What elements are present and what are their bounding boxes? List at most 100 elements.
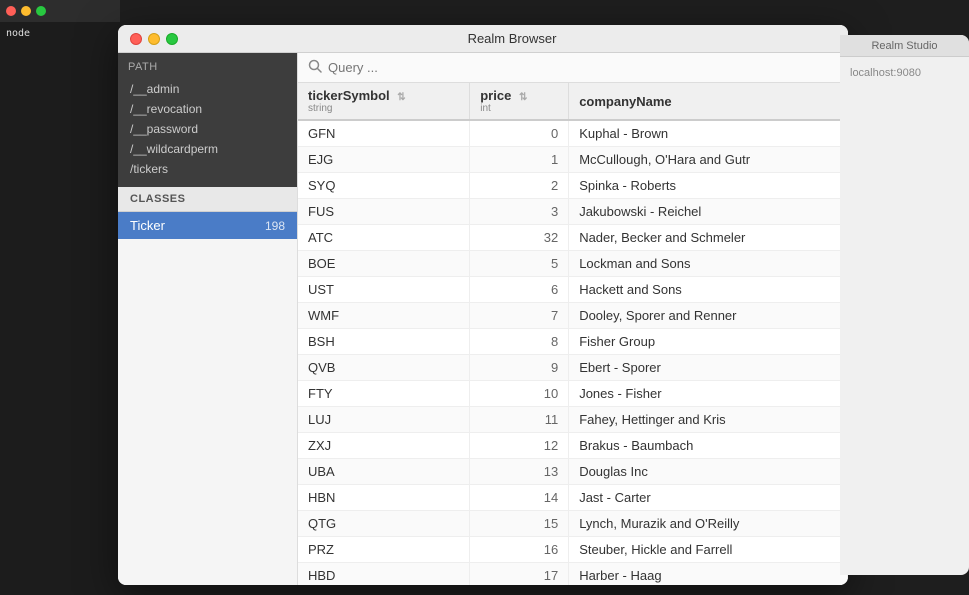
cell-price: 14: [470, 485, 569, 511]
sort-icon: ⇅: [397, 92, 405, 103]
cell-price: 15: [470, 511, 569, 537]
cell-price: 13: [470, 459, 569, 485]
terminal-window: node: [0, 0, 120, 595]
cell-price: 9: [470, 355, 569, 381]
cell-price: 11: [470, 407, 569, 433]
cell-price: 2: [470, 173, 569, 199]
terminal-line: node: [6, 28, 30, 39]
search-bar: [298, 53, 848, 83]
table-row[interactable]: ZXJ 12 Brakus - Baumbach: [298, 433, 848, 459]
table-row[interactable]: QTG 15 Lynch, Murazik and O'Reilly: [298, 511, 848, 537]
cell-company: Jast - Carter: [569, 485, 848, 511]
table-row[interactable]: WMF 7 Dooley, Sporer and Renner: [298, 303, 848, 329]
table-row[interactable]: LUJ 11 Fahey, Hettinger and Kris: [298, 407, 848, 433]
path-revocation[interactable]: /__revocation: [128, 99, 287, 119]
table-row[interactable]: EJG 1 McCullough, O'Hara and Gutr: [298, 147, 848, 173]
cell-symbol: FTY: [298, 381, 470, 407]
cell-price: 0: [470, 120, 569, 147]
path-label: PATH: [128, 61, 287, 73]
cell-company: Fisher Group: [569, 329, 848, 355]
cell-company: Douglas Inc: [569, 459, 848, 485]
rs-overlay-titlebar: Realm Studio: [840, 35, 969, 57]
cell-company: Lynch, Murazik and O'Reilly: [569, 511, 848, 537]
cell-company: Steuber, Hickle and Farrell: [569, 537, 848, 563]
class-ticker[interactable]: Ticker 198: [118, 212, 297, 239]
cell-company: Spinka - Roberts: [569, 173, 848, 199]
path-tickers[interactable]: /tickers: [128, 159, 287, 179]
cell-price: 7: [470, 303, 569, 329]
col-ticker-symbol[interactable]: tickerSymbol ⇅ string: [298, 83, 470, 120]
table-row[interactable]: HBD 17 Harber - Haag: [298, 563, 848, 586]
term-close-dot[interactable]: [6, 6, 16, 16]
main-content: tickerSymbol ⇅ string price ⇅ int compan…: [298, 53, 848, 585]
cell-symbol: QVB: [298, 355, 470, 381]
cell-company: Nader, Becker and Schmeler: [569, 225, 848, 251]
table-row[interactable]: FUS 3 Jakubowski - Reichel: [298, 199, 848, 225]
cell-price: 10: [470, 381, 569, 407]
cell-price: 5: [470, 251, 569, 277]
cell-price: 32: [470, 225, 569, 251]
classes-header: CLASSES: [118, 187, 297, 212]
path-admin[interactable]: /__admin: [128, 79, 287, 99]
search-input[interactable]: [328, 60, 838, 75]
table-row[interactable]: GFN 0 Kuphal - Brown: [298, 120, 848, 147]
table-row[interactable]: HBN 14 Jast - Carter: [298, 485, 848, 511]
class-count: 198: [265, 219, 285, 233]
data-table-wrap[interactable]: tickerSymbol ⇅ string price ⇅ int compan…: [298, 83, 848, 585]
table-row[interactable]: BOE 5 Lockman and Sons: [298, 251, 848, 277]
cell-company: Fahey, Hettinger and Kris: [569, 407, 848, 433]
table-row[interactable]: ATC 32 Nader, Becker and Schmeler: [298, 225, 848, 251]
cell-symbol: QTG: [298, 511, 470, 537]
cell-symbol: HBD: [298, 563, 470, 586]
terminal-titlebar: [0, 0, 120, 22]
table-row[interactable]: PRZ 16 Steuber, Hickle and Farrell: [298, 537, 848, 563]
cell-symbol: PRZ: [298, 537, 470, 563]
table-row[interactable]: SYQ 2 Spinka - Roberts: [298, 173, 848, 199]
table-row[interactable]: UST 6 Hackett and Sons: [298, 277, 848, 303]
cell-symbol: BOE: [298, 251, 470, 277]
cell-company: Jones - Fisher: [569, 381, 848, 407]
close-button[interactable]: [130, 33, 142, 45]
rs-overlay-content: localhost:9080: [840, 57, 969, 89]
traffic-lights: [130, 33, 178, 45]
cell-symbol: BSH: [298, 329, 470, 355]
term-max-dot[interactable]: [36, 6, 46, 16]
table-row[interactable]: FTY 10 Jones - Fisher: [298, 381, 848, 407]
path-panel: PATH /__admin /__revocation /__password …: [118, 53, 297, 187]
table-header-row: tickerSymbol ⇅ string price ⇅ int compan…: [298, 83, 848, 120]
table-body: GFN 0 Kuphal - Brown EJG 1 McCullough, O…: [298, 120, 848, 585]
path-password[interactable]: /__password: [128, 119, 287, 139]
cell-company: Harber - Haag: [569, 563, 848, 586]
cell-company: Lockman and Sons: [569, 251, 848, 277]
class-name: Ticker: [130, 218, 165, 233]
maximize-button[interactable]: [166, 33, 178, 45]
table-row[interactable]: UBA 13 Douglas Inc: [298, 459, 848, 485]
cell-price: 1: [470, 147, 569, 173]
browser-body: PATH /__admin /__revocation /__password …: [118, 53, 848, 585]
terminal-content: node: [0, 22, 120, 46]
minimize-button[interactable]: [148, 33, 160, 45]
cell-symbol: EJG: [298, 147, 470, 173]
cell-symbol: FUS: [298, 199, 470, 225]
path-wildcardperm[interactable]: /__wildcardperm: [128, 139, 287, 159]
col-price[interactable]: price ⇅ int: [470, 83, 569, 120]
search-icon: [308, 59, 322, 76]
sidebar: PATH /__admin /__revocation /__password …: [118, 53, 298, 585]
cell-price: 3: [470, 199, 569, 225]
titlebar: Realm Browser: [118, 25, 848, 53]
col-company-name[interactable]: companyName: [569, 83, 848, 120]
term-min-dot[interactable]: [21, 6, 31, 16]
table-row[interactable]: QVB 9 Ebert - Sporer: [298, 355, 848, 381]
cell-price: 6: [470, 277, 569, 303]
cell-company: Kuphal - Brown: [569, 120, 848, 147]
cell-symbol: GFN: [298, 120, 470, 147]
table-row[interactable]: BSH 8 Fisher Group: [298, 329, 848, 355]
cell-symbol: SYQ: [298, 173, 470, 199]
cell-company: Jakubowski - Reichel: [569, 199, 848, 225]
cell-price: 12: [470, 433, 569, 459]
cell-company: Brakus - Baumbach: [569, 433, 848, 459]
cell-company: Dooley, Sporer and Renner: [569, 303, 848, 329]
cell-price: 16: [470, 537, 569, 563]
cell-symbol: WMF: [298, 303, 470, 329]
cell-company: Hackett and Sons: [569, 277, 848, 303]
